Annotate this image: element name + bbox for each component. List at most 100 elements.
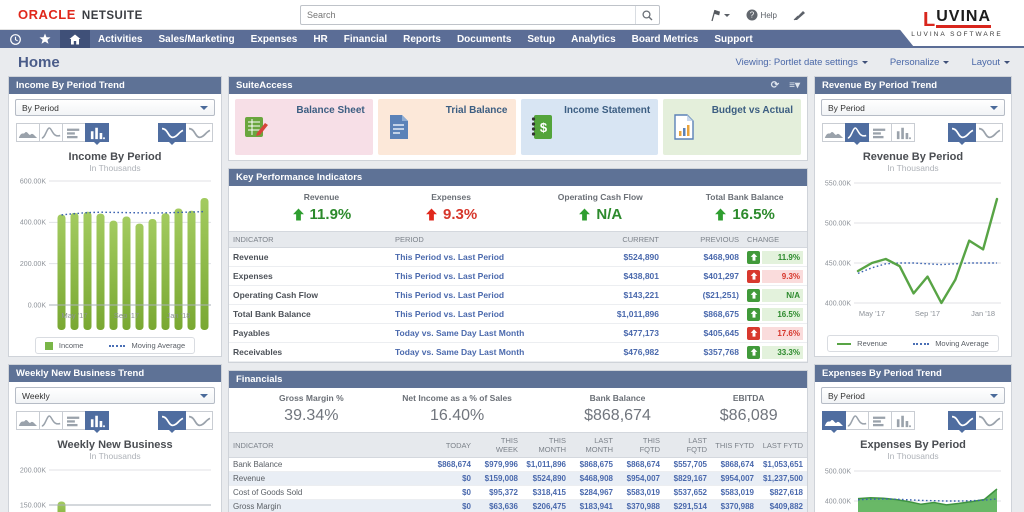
- trend-alt-icon[interactable]: [185, 411, 213, 430]
- value-cell[interactable]: $284,967: [570, 486, 617, 500]
- refresh-icon[interactable]: ⟳: [771, 80, 779, 91]
- global-search[interactable]: [300, 5, 660, 25]
- nav-setup[interactable]: Setup: [519, 30, 563, 48]
- period-cell[interactable]: This Period vs. Last Period: [391, 305, 583, 324]
- column-header[interactable]: CURRENT: [583, 232, 663, 248]
- nav-expenses[interactable]: Expenses: [243, 30, 306, 48]
- line-chart-icon[interactable]: [845, 411, 869, 430]
- value-cell[interactable]: $868,675: [570, 458, 617, 472]
- vbar-chart-icon[interactable]: [85, 411, 109, 430]
- column-header[interactable]: LAST MONTH: [570, 433, 617, 458]
- vbar-chart-icon[interactable]: [891, 123, 915, 142]
- search-input[interactable]: [301, 10, 635, 20]
- nav-financial[interactable]: Financial: [336, 30, 395, 48]
- column-header[interactable]: CHANGE: [743, 232, 807, 248]
- vbar-chart-icon[interactable]: [891, 411, 915, 430]
- portlet-header[interactable]: Financials: [229, 371, 807, 388]
- value-cell[interactable]: $63,636: [475, 500, 522, 512]
- previous-cell[interactable]: ($21,251): [663, 286, 743, 305]
- area-chart-icon[interactable]: [822, 123, 846, 142]
- value-cell[interactable]: $979,996: [475, 458, 522, 472]
- hbar-chart-icon[interactable]: [62, 123, 86, 142]
- current-cell[interactable]: $524,890: [583, 248, 663, 267]
- value-cell[interactable]: $827,618: [758, 486, 807, 500]
- column-header[interactable]: PREVIOUS: [663, 232, 743, 248]
- line-chart-icon[interactable]: [39, 123, 63, 142]
- value-cell[interactable]: $583,019: [617, 486, 664, 500]
- period-cell[interactable]: This Period vs. Last Period: [391, 286, 583, 305]
- previous-cell[interactable]: $868,675: [663, 305, 743, 324]
- column-header[interactable]: INDICATOR: [229, 433, 431, 458]
- tile-trial-balance[interactable]: Trial Balance: [378, 99, 516, 155]
- roles-menu[interactable]: [709, 9, 730, 22]
- value-cell[interactable]: $291,514: [664, 500, 711, 512]
- nav-support[interactable]: Support: [706, 30, 760, 48]
- value-cell[interactable]: $829,167: [664, 472, 711, 486]
- column-header[interactable]: LAST FYTD: [758, 433, 807, 458]
- value-cell[interactable]: $537,652: [664, 486, 711, 500]
- value-cell[interactable]: $409,882: [758, 500, 807, 512]
- area-chart-icon[interactable]: [16, 411, 40, 430]
- layout-menu[interactable]: Layout: [971, 57, 1010, 68]
- value-cell[interactable]: $868,674: [431, 458, 475, 472]
- recent-records-icon[interactable]: [0, 30, 30, 48]
- trend-alt-icon[interactable]: [185, 123, 213, 142]
- value-cell[interactable]: $370,988: [617, 500, 664, 512]
- nav-documents[interactable]: Documents: [449, 30, 519, 48]
- tile-balance-sheet[interactable]: Balance Sheet: [235, 99, 373, 155]
- previous-cell[interactable]: $468,908: [663, 248, 743, 267]
- column-header[interactable]: TODAY: [431, 433, 475, 458]
- feedback-menu[interactable]: [793, 9, 806, 21]
- portlet-header[interactable]: Key Performance Indicators: [229, 169, 807, 186]
- value-cell[interactable]: $206,475: [522, 500, 570, 512]
- value-cell[interactable]: $524,890: [522, 472, 570, 486]
- current-cell[interactable]: $477,173: [583, 324, 663, 343]
- value-cell[interactable]: $183,941: [570, 500, 617, 512]
- home-icon[interactable]: [60, 30, 90, 48]
- value-cell[interactable]: $318,415: [522, 486, 570, 500]
- column-header[interactable]: THIS FQTD: [617, 433, 664, 458]
- previous-cell[interactable]: $401,297: [663, 267, 743, 286]
- hbar-chart-icon[interactable]: [62, 411, 86, 430]
- period-cell[interactable]: Today vs. Same Day Last Month: [391, 324, 583, 343]
- portlet-header[interactable]: Income By Period Trend: [9, 77, 221, 94]
- column-header[interactable]: INDICATOR: [229, 232, 391, 248]
- trend-alt-icon[interactable]: [975, 411, 1003, 430]
- nav-analytics[interactable]: Analytics: [563, 30, 623, 48]
- previous-cell[interactable]: $357,768: [663, 343, 743, 362]
- revenue-filter-select[interactable]: By Period: [821, 99, 1005, 116]
- expenses-area-chart[interactable]: 500.00K 400.00K: [821, 463, 1005, 512]
- value-cell[interactable]: $0: [431, 500, 475, 512]
- column-header[interactable]: THIS WEEK: [475, 433, 522, 458]
- nav-hr[interactable]: HR: [305, 30, 335, 48]
- value-cell[interactable]: $159,008: [475, 472, 522, 486]
- viewing-menu[interactable]: Viewing: Portlet date settings: [735, 57, 867, 68]
- value-cell[interactable]: $954,007: [711, 472, 758, 486]
- current-cell[interactable]: $438,801: [583, 267, 663, 286]
- previous-cell[interactable]: $405,645: [663, 324, 743, 343]
- revenue-line-chart[interactable]: 400.00K 450.00K 500.00K 550.00KMay '17Se…: [821, 175, 1005, 328]
- portlet-menu-icon[interactable]: ≡▾: [789, 80, 800, 91]
- vbar-chart-icon[interactable]: [85, 123, 109, 142]
- period-cell[interactable]: Today vs. Same Day Last Month: [391, 343, 583, 362]
- trend-view-icon[interactable]: [948, 123, 976, 142]
- weekly-bar-chart[interactable]: 200.00K 150.00K: [15, 463, 215, 512]
- period-cell[interactable]: This Period vs. Last Period: [391, 267, 583, 286]
- value-cell[interactable]: $1,011,896: [522, 458, 570, 472]
- current-cell[interactable]: $476,982: [583, 343, 663, 362]
- value-cell[interactable]: $1,053,651: [758, 458, 807, 472]
- trend-view-icon[interactable]: [158, 411, 186, 430]
- shortcuts-star-icon[interactable]: [30, 30, 60, 48]
- value-cell[interactable]: $468,908: [570, 472, 617, 486]
- nav-reports[interactable]: Reports: [395, 30, 449, 48]
- line-chart-icon[interactable]: [845, 123, 869, 142]
- income-filter-select[interactable]: By Period: [15, 99, 215, 116]
- portlet-header[interactable]: Revenue By Period Trend: [815, 77, 1011, 94]
- personalize-menu[interactable]: Personalize: [890, 57, 950, 68]
- search-icon[interactable]: [635, 6, 659, 24]
- hbar-chart-icon[interactable]: [868, 123, 892, 142]
- hbar-chart-icon[interactable]: [868, 411, 892, 430]
- nav-activities[interactable]: Activities: [90, 30, 150, 48]
- value-cell[interactable]: $954,007: [617, 472, 664, 486]
- value-cell[interactable]: $0: [431, 486, 475, 500]
